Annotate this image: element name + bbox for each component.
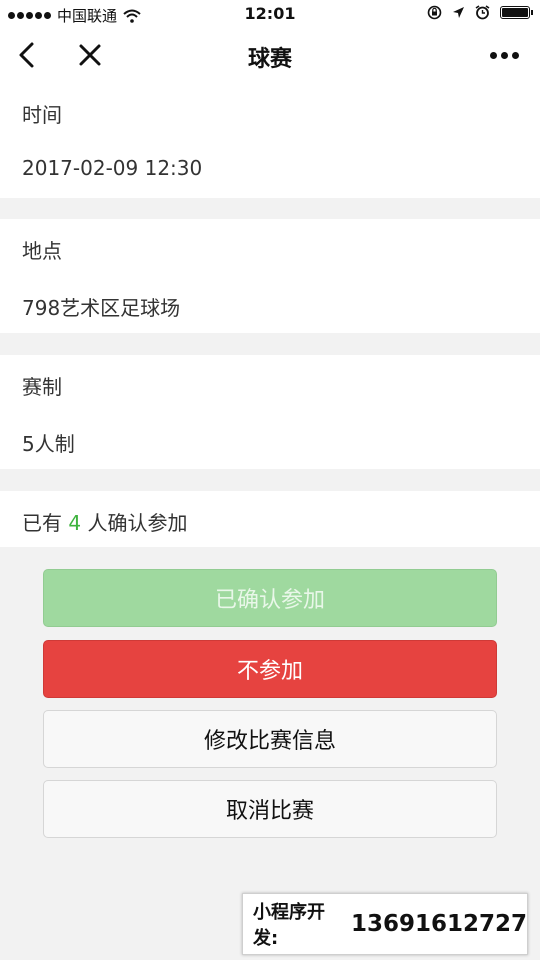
page-title: 球赛 [247,47,292,72]
time-value: 2017-02-09 12:30 [22,156,203,180]
attendance-text: 已有 4 人确认参加 [22,507,187,536]
edit-match-button[interactable]: 修改比赛信息 [43,710,497,768]
attendance-suffix: 人确认参加 [87,511,188,535]
status-bar: 中国联通 12:01 [0,0,540,28]
location-section: 地点 798艺术区足球场 [0,219,540,333]
attendance-count: 4 [68,511,82,535]
confirmed-attend-button[interactable]: 已确认参加 [43,569,497,627]
format-section: 赛制 5人制 [0,355,540,469]
attendance-section: 已有 4 人确认参加 [0,491,540,547]
location-label: 地点 [22,239,62,263]
alarm-icon [475,5,490,20]
cancel-match-button[interactable]: 取消比赛 [43,780,497,838]
attendance-prefix: 已有 [22,511,62,535]
rotation-lock-icon [427,5,442,20]
banner-phone: 13691612727 [350,911,527,937]
more-icon[interactable] [484,42,524,68]
time-section: 时间 2017-02-09 12:30 [0,84,540,198]
format-label: 赛制 [22,375,62,399]
location-arrow-icon [453,7,464,18]
banner-label: 小程序开发: [253,902,325,949]
format-value: 5人制 [22,432,75,456]
battery-icon [500,6,533,19]
status-right [427,5,533,20]
decline-button[interactable]: 不参加 [43,640,497,698]
location-value: 798艺术区足球场 [22,296,181,320]
time-label: 时间 [22,103,62,127]
nav-bar: 球赛 [0,28,540,84]
contact-banner: 小程序开发: 13691612727 [242,893,528,955]
